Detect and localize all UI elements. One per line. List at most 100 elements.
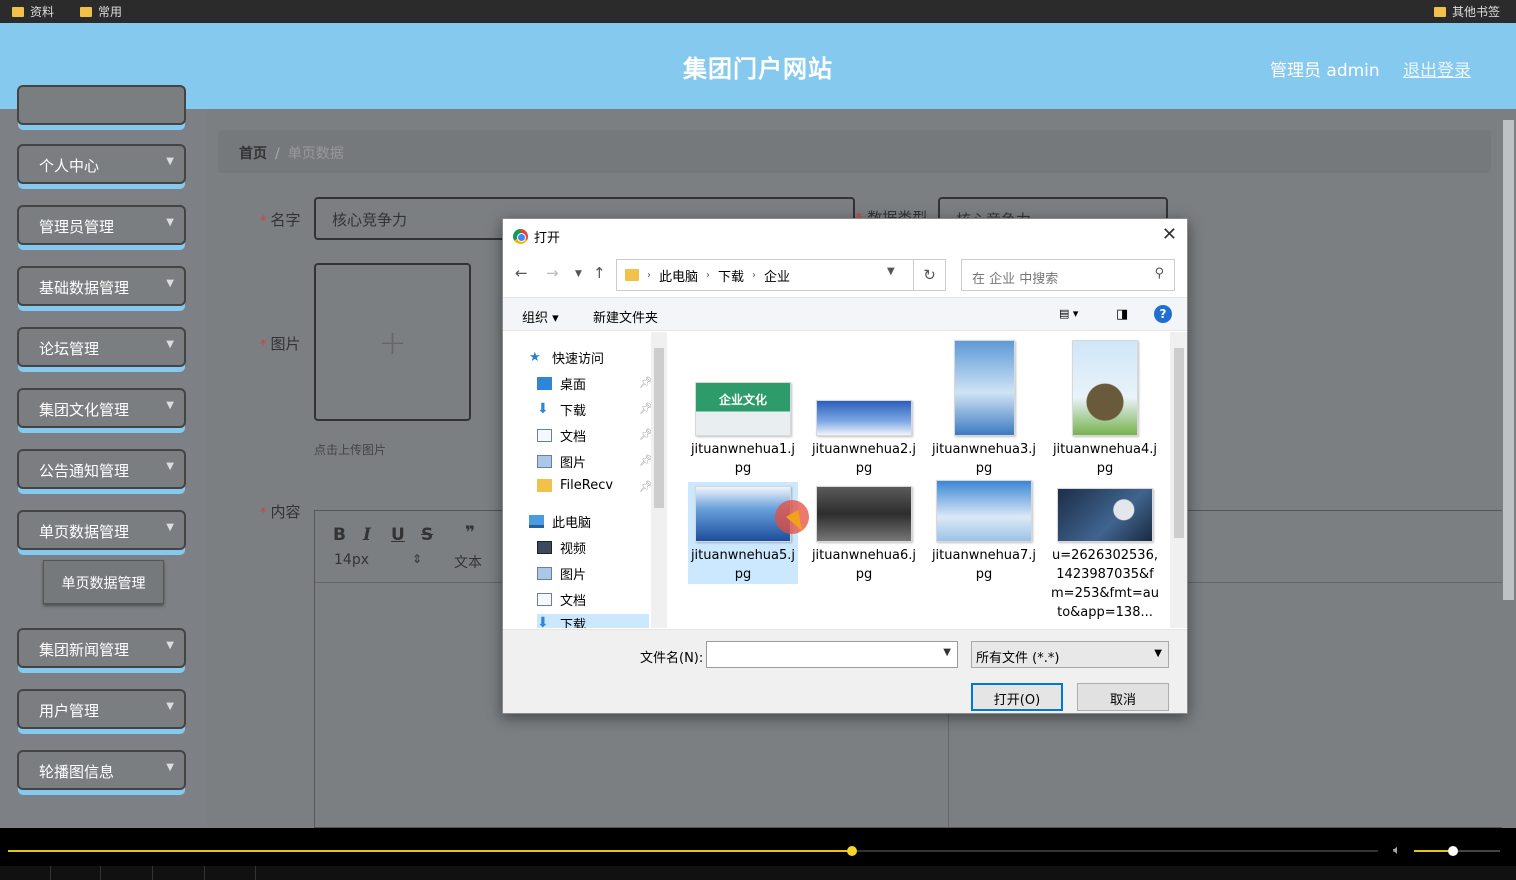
chevron-down-icon: ▼ — [166, 762, 174, 773]
close-icon[interactable]: ✕ — [1162, 224, 1177, 245]
bookmark-bar: 资料 常用 其他书签 — [0, 0, 1516, 23]
tree-item-quick-access[interactable]: ★ 快速访问 — [529, 348, 649, 367]
folder-icon — [625, 269, 639, 281]
sidebar-item-admins[interactable]: 管理员管理 ▼ — [17, 205, 186, 245]
tree-item-videos[interactable]: 视频 — [537, 538, 657, 557]
image-label: * 图片 — [260, 335, 301, 353]
file-grid-scrollbar[interactable] — [1170, 332, 1187, 628]
file-item[interactable]: jituanwnehua3.jpg — [929, 340, 1039, 478]
sidebar-item-profile[interactable]: 个人中心 ▼ — [17, 144, 186, 184]
blockquote-button[interactable]: ❞ — [465, 523, 475, 543]
volume-icon[interactable]: 🔈︎ — [1393, 843, 1401, 858]
chevron-down-icon: ▼ — [166, 400, 174, 411]
bookmark-folder[interactable]: 资料 — [12, 3, 54, 20]
chevron-right-icon: › — [647, 269, 651, 281]
file-item[interactable]: jituanwnehua7.jpg — [929, 480, 1039, 584]
picture-icon — [537, 455, 552, 468]
help-icon[interactable]: ? — [1154, 305, 1172, 323]
strikethrough-button[interactable]: S — [421, 525, 433, 545]
chevron-down-icon[interactable]: ▼ — [887, 266, 895, 277]
sidebar-item-carousel[interactable]: 轮播图信息 ▼ — [17, 750, 186, 790]
file-name: jituanwnehua3.jpg — [931, 442, 1037, 476]
plus-icon: + — [378, 323, 407, 363]
folder-icon — [537, 479, 552, 492]
file-name: jituanwnehua1.jpg — [690, 442, 796, 476]
navigation-scrollbar[interactable] — [651, 332, 667, 628]
sidebar-item-users[interactable]: 用户管理 ▼ — [17, 689, 186, 729]
chevron-down-icon: ▼ — [1154, 648, 1162, 659]
scrollbar-thumb[interactable] — [654, 348, 664, 508]
bookmark-folder[interactable]: 常用 — [80, 3, 122, 20]
tree-item-this-pc[interactable]: 此电脑 — [529, 512, 649, 531]
content-label: * 内容 — [260, 503, 301, 521]
new-folder-button[interactable]: 新建文件夹 — [593, 307, 658, 326]
scrollbar-thumb[interactable] — [1174, 348, 1184, 538]
path-segment[interactable]: 企业 — [764, 266, 790, 285]
back-arrow-icon[interactable]: ← — [515, 264, 528, 282]
filename-label: 文件名(N): — [640, 651, 704, 666]
seek-bar-handle[interactable] — [846, 846, 857, 856]
file-type-select[interactable]: 所有文件 (*.*) ▼ — [971, 641, 1169, 668]
file-item[interactable]: u=2626302536,1423987035&fm=253&fmt=auto&… — [1050, 482, 1160, 622]
sidebar-item-culture[interactable]: 集团文化管理 ▼ — [17, 388, 186, 428]
dialog-command-bar: 组织 ▾ 新建文件夹 ▤ ▾ ◨ ? — [503, 297, 1187, 331]
search-icon: ⚲ — [1154, 266, 1164, 281]
page-scrollbar-thumb[interactable] — [1503, 120, 1514, 600]
seek-bar[interactable] — [8, 846, 1378, 856]
chevron-down-icon: ▼ — [166, 278, 174, 289]
sidebar-subitem-single-page[interactable]: 单页数据管理 — [43, 560, 164, 604]
other-bookmarks[interactable]: 其他书签 — [1434, 3, 1500, 20]
sidebar-item-notices[interactable]: 公告通知管理 ▼ — [17, 449, 186, 489]
divider — [152, 866, 153, 880]
forward-arrow-icon[interactable]: → — [546, 264, 559, 282]
tree-item-downloads-pc[interactable]: ⬇ 下载 — [537, 614, 649, 628]
dialog-titlebar: 打开 — [513, 227, 560, 246]
file-item-selected[interactable]: jituanwnehua5.jpg — [688, 482, 798, 584]
preview-pane-icon[interactable]: ◨ — [1116, 307, 1128, 322]
sidebar-item-news[interactable]: 集团新闻管理 ▼ — [17, 628, 186, 668]
file-item[interactable]: 企业文化 jituanwnehua1.jpg — [688, 342, 798, 478]
filename-input[interactable]: ▼ — [706, 641, 958, 668]
tree-item-pictures-pc[interactable]: 图片 — [537, 564, 657, 583]
address-bar[interactable]: › 此电脑 › 下载 › 企业 — [616, 259, 914, 291]
path-segment[interactable]: 下载 — [718, 266, 744, 285]
search-input[interactable]: 在 企业 中搜索 ⚲ — [961, 259, 1175, 291]
sidebar-item-forum[interactable]: 论坛管理 ▼ — [17, 327, 186, 367]
admin-user: 管理员 admin — [1270, 61, 1380, 81]
file-grid: 企业文化 jituanwnehua1.jpg jituanwnehua2.jpg… — [668, 332, 1170, 628]
dialog-footer: 文件名(N): ▼ 所有文件 (*.*) ▼ 打开(O) 取消 — [503, 629, 1187, 713]
font-size-arrows-icon[interactable]: ⇕ — [412, 552, 422, 566]
logout-link[interactable]: 退出登录 — [1403, 56, 1471, 81]
up-arrow-icon[interactable]: ↑ — [593, 264, 606, 282]
breadcrumb-home[interactable]: 首页 — [239, 146, 267, 162]
file-item[interactable]: jituanwnehua2.jpg — [809, 342, 919, 478]
path-segment[interactable]: 此电脑 — [659, 266, 698, 285]
bold-button[interactable]: B — [333, 525, 346, 545]
recent-dropdown-icon[interactable]: ▼ — [575, 269, 582, 279]
chevron-right-icon: › — [752, 269, 757, 281]
refresh-icon[interactable]: ↻ — [914, 259, 946, 291]
dialog-title: 打开 — [534, 231, 561, 246]
font-size-select[interactable]: 14px — [334, 552, 369, 568]
organize-button[interactable]: 组织 ▾ — [522, 307, 559, 326]
sidebar-item-single-page[interactable]: 单页数据管理 ▼ — [17, 510, 186, 550]
text-style-select[interactable]: 文本 — [454, 552, 482, 572]
file-item[interactable]: jituanwnehua6.jpg — [809, 482, 919, 584]
sidebar-item-base-data[interactable]: 基础数据管理 ▼ — [17, 266, 186, 306]
image-upload[interactable]: + — [314, 263, 471, 421]
open-button[interactable]: 打开(O) — [971, 683, 1063, 711]
volume-handle[interactable] — [1447, 846, 1458, 856]
italic-button[interactable]: I — [363, 525, 371, 545]
chevron-down-icon[interactable]: ▼ — [943, 647, 951, 658]
file-item[interactable]: jituanwnehua4.jpg — [1050, 340, 1160, 478]
breadcrumb: 首页 / 单页数据 — [218, 130, 1491, 173]
tree-item-documents-pc[interactable]: 文档 — [537, 590, 657, 609]
chevron-down-icon: ▼ — [166, 701, 174, 712]
underline-button[interactable]: U — [391, 525, 405, 545]
view-options-icon[interactable]: ▤ ▾ — [1059, 307, 1078, 320]
site-header: 集团门户网站 管理员 admin 退出登录 — [0, 23, 1516, 109]
volume-slider[interactable] — [1414, 846, 1500, 856]
sidebar-item-partial[interactable] — [17, 85, 186, 125]
cancel-button[interactable]: 取消 — [1077, 683, 1169, 711]
seek-bar-progress — [8, 850, 852, 852]
